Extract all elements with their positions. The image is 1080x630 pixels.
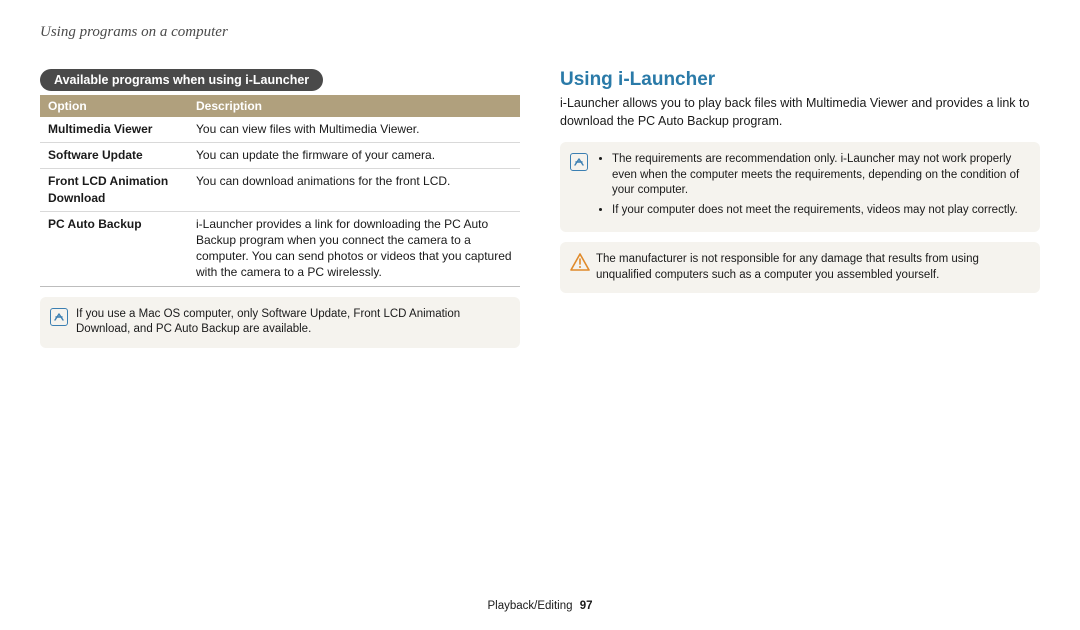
left-column: Available programs when using i-Launcher… xyxy=(40,69,520,348)
cell-description: i-Launcher provides a link for downloadi… xyxy=(188,211,520,286)
cell-description: You can view files with Multimedia Viewe… xyxy=(188,117,520,143)
page-header: Using programs on a computer xyxy=(40,24,1040,41)
warning-text: The manufacturer is not responsible for … xyxy=(596,252,1026,283)
cell-option: Multimedia Viewer xyxy=(40,117,188,143)
note-box-requirements: The requirements are recommendation only… xyxy=(560,142,1040,232)
warning-box: The manufacturer is not responsible for … xyxy=(560,242,1040,293)
right-column: Using i-Launcher i-Launcher allows you t… xyxy=(560,69,1040,348)
note-item: If your computer does not meet the requi… xyxy=(612,203,1026,219)
footer-section: Playback/Editing xyxy=(487,600,572,612)
table-row: Front LCD Animation Download You can dow… xyxy=(40,169,520,211)
th-description: Description xyxy=(188,95,520,117)
th-option: Option xyxy=(40,95,188,117)
table-row: PC Auto Backup i-Launcher provides a lin… xyxy=(40,211,520,286)
cell-description: You can download animations for the fron… xyxy=(188,169,520,211)
note-item: The requirements are recommendation only… xyxy=(612,152,1026,199)
cell-option: Front LCD Animation Download xyxy=(40,169,188,211)
page-footer: Playback/Editing 97 xyxy=(0,600,1080,612)
table-row: Software Update You can update the firmw… xyxy=(40,143,520,169)
section-pill-available-programs: Available programs when using i-Launcher xyxy=(40,69,323,91)
cell-description: You can update the firmware of your came… xyxy=(188,143,520,169)
note-icon xyxy=(570,153,588,171)
table-row: Multimedia Viewer You can view files wit… xyxy=(40,117,520,143)
note-box-mac: If you use a Mac OS computer, only Softw… xyxy=(40,297,520,348)
note-icon xyxy=(50,308,68,326)
intro-text: i-Launcher allows you to play back files… xyxy=(560,95,1040,130)
cell-option: PC Auto Backup xyxy=(40,211,188,286)
note-text: If you use a Mac OS computer, only Softw… xyxy=(76,307,506,338)
note-list: The requirements are recommendation only… xyxy=(596,152,1026,222)
programs-table: Option Description Multimedia Viewer You… xyxy=(40,95,520,287)
cell-option: Software Update xyxy=(40,143,188,169)
footer-page-number: 97 xyxy=(580,600,593,612)
warning-icon xyxy=(570,253,590,271)
section-title-using-ilauncher: Using i-Launcher xyxy=(560,69,1040,91)
